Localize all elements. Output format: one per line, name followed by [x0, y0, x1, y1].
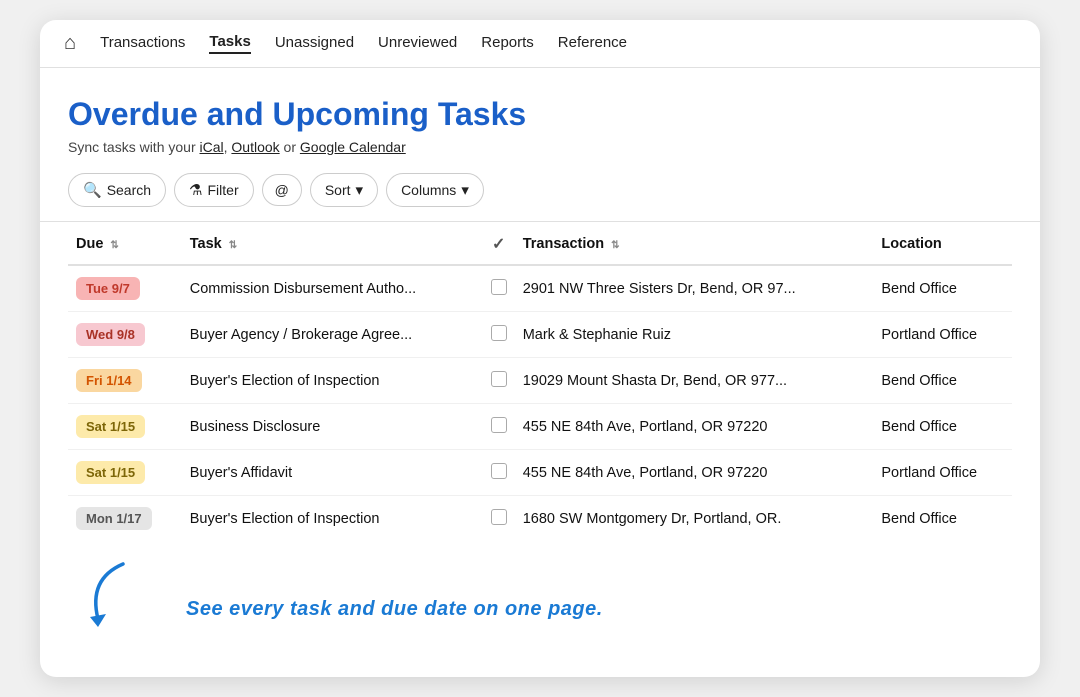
home-icon[interactable]: ⌂: [64, 32, 76, 55]
checkbox[interactable]: [491, 509, 507, 525]
annotation-arrow: [68, 559, 178, 629]
location-cell: Bend Office: [873, 265, 1012, 312]
sort-chevron-icon: ▾: [356, 181, 364, 199]
due-cell: Fri 1/14: [68, 358, 182, 404]
transaction-cell: 2901 NW Three Sisters Dr, Bend, OR 97...: [515, 265, 874, 312]
checkbox[interactable]: [491, 279, 507, 295]
checkbox-cell[interactable]: [483, 265, 515, 312]
table-row: Fri 1/14 Buyer's Election of Inspection …: [68, 358, 1012, 404]
transaction-cell: Mark & Stephanie Ruiz: [515, 312, 874, 358]
task-cell: Buyer's Affidavit: [182, 450, 483, 496]
top-nav: ⌂ Transactions Tasks Unassigned Unreview…: [40, 20, 1040, 68]
search-button[interactable]: 🔍 Search: [68, 173, 166, 207]
col-transaction[interactable]: Transaction ⇅: [515, 222, 874, 265]
col-task[interactable]: Task ⇅: [182, 222, 483, 265]
transaction-cell: 1680 SW Montgomery Dr, Portland, OR.: [515, 496, 874, 542]
due-badge: Fri 1/14: [76, 369, 142, 392]
task-cell: Buyer Agency / Brokerage Agree...: [182, 312, 483, 358]
toolbar: 🔍 Search ⚗ Filter @ Sort ▾ Columns ▾: [40, 173, 1040, 222]
table-row: Tue 9/7 Commission Disbursement Autho...…: [68, 265, 1012, 312]
location-cell: Bend Office: [873, 496, 1012, 542]
due-badge: Tue 9/7: [76, 277, 140, 300]
due-cell: Sat 1/15: [68, 404, 182, 450]
due-cell: Sat 1/15: [68, 450, 182, 496]
col-check: ✓: [483, 222, 515, 265]
checkbox-cell[interactable]: [483, 404, 515, 450]
due-badge: Mon 1/17: [76, 507, 152, 530]
columns-button[interactable]: Columns ▾: [386, 173, 484, 207]
table-row: Sat 1/15 Business Disclosure 455 NE 84th…: [68, 404, 1012, 450]
nav-reference[interactable]: Reference: [558, 34, 627, 53]
tasks-table-wrap: Due ⇅ Task ⇅ ✓ Transaction ⇅ Location Tu…: [40, 222, 1040, 541]
table-row: Wed 9/8 Buyer Agency / Brokerage Agree..…: [68, 312, 1012, 358]
checkbox[interactable]: [491, 371, 507, 387]
transaction-cell: 455 NE 84th Ave, Portland, OR 97220: [515, 404, 874, 450]
checkbox[interactable]: [491, 417, 507, 433]
checkbox[interactable]: [491, 325, 507, 341]
page-header: Overdue and Upcoming Tasks Sync tasks wi…: [40, 68, 1040, 155]
filter-icon: ⚗: [189, 181, 202, 199]
col-due[interactable]: Due ⇅: [68, 222, 182, 265]
tasks-table: Due ⇅ Task ⇅ ✓ Transaction ⇅ Location Tu…: [68, 222, 1012, 541]
task-cell: Business Disclosure: [182, 404, 483, 450]
task-cell: Buyer's Election of Inspection: [182, 358, 483, 404]
due-badge: Sat 1/15: [76, 461, 145, 484]
location-cell: Portland Office: [873, 312, 1012, 358]
location-cell: Bend Office: [873, 358, 1012, 404]
filter-button[interactable]: ⚗ Filter: [174, 173, 254, 207]
sort-button[interactable]: Sort ▾: [310, 173, 378, 207]
checkbox-cell[interactable]: [483, 496, 515, 542]
sync-text: Sync tasks with your iCal, Outlook or Go…: [68, 139, 1012, 155]
page-title: Overdue and Upcoming Tasks: [68, 96, 1012, 133]
due-cell: Tue 9/7: [68, 265, 182, 312]
table-row: Sat 1/15 Buyer's Affidavit 455 NE 84th A…: [68, 450, 1012, 496]
location-cell: Bend Office: [873, 404, 1012, 450]
sync-ical-link[interactable]: iCal: [200, 139, 224, 155]
due-cell: Mon 1/17: [68, 496, 182, 542]
checkbox-cell[interactable]: [483, 358, 515, 404]
col-location: Location: [873, 222, 1012, 265]
checkbox-cell[interactable]: [483, 450, 515, 496]
task-cell: Commission Disbursement Autho...: [182, 265, 483, 312]
at-button[interactable]: @: [262, 174, 302, 206]
due-badge: Sat 1/15: [76, 415, 145, 438]
search-icon: 🔍: [83, 181, 102, 199]
nav-unassigned[interactable]: Unassigned: [275, 34, 354, 53]
nav-tasks[interactable]: Tasks: [209, 33, 250, 54]
main-card: ⌂ Transactions Tasks Unassigned Unreview…: [40, 20, 1040, 677]
transaction-cell: 19029 Mount Shasta Dr, Bend, OR 977...: [515, 358, 874, 404]
sync-gcal-link[interactable]: Google Calendar: [300, 139, 406, 155]
sync-outlook-link[interactable]: Outlook: [231, 139, 279, 155]
annotation-text: See every task and due date on one page.: [186, 598, 603, 621]
checkbox[interactable]: [491, 463, 507, 479]
task-cell: Buyer's Election of Inspection: [182, 496, 483, 542]
nav-transactions[interactable]: Transactions: [100, 34, 185, 53]
checkbox-cell[interactable]: [483, 312, 515, 358]
nav-reports[interactable]: Reports: [481, 34, 534, 53]
table-row: Mon 1/17 Buyer's Election of Inspection …: [68, 496, 1012, 542]
due-badge: Wed 9/8: [76, 323, 145, 346]
annotation-area: See every task and due date on one page.: [40, 541, 1040, 629]
nav-unreviewed[interactable]: Unreviewed: [378, 34, 457, 53]
location-cell: Portland Office: [873, 450, 1012, 496]
due-cell: Wed 9/8: [68, 312, 182, 358]
columns-chevron-icon: ▾: [461, 181, 469, 199]
transaction-cell: 455 NE 84th Ave, Portland, OR 97220: [515, 450, 874, 496]
